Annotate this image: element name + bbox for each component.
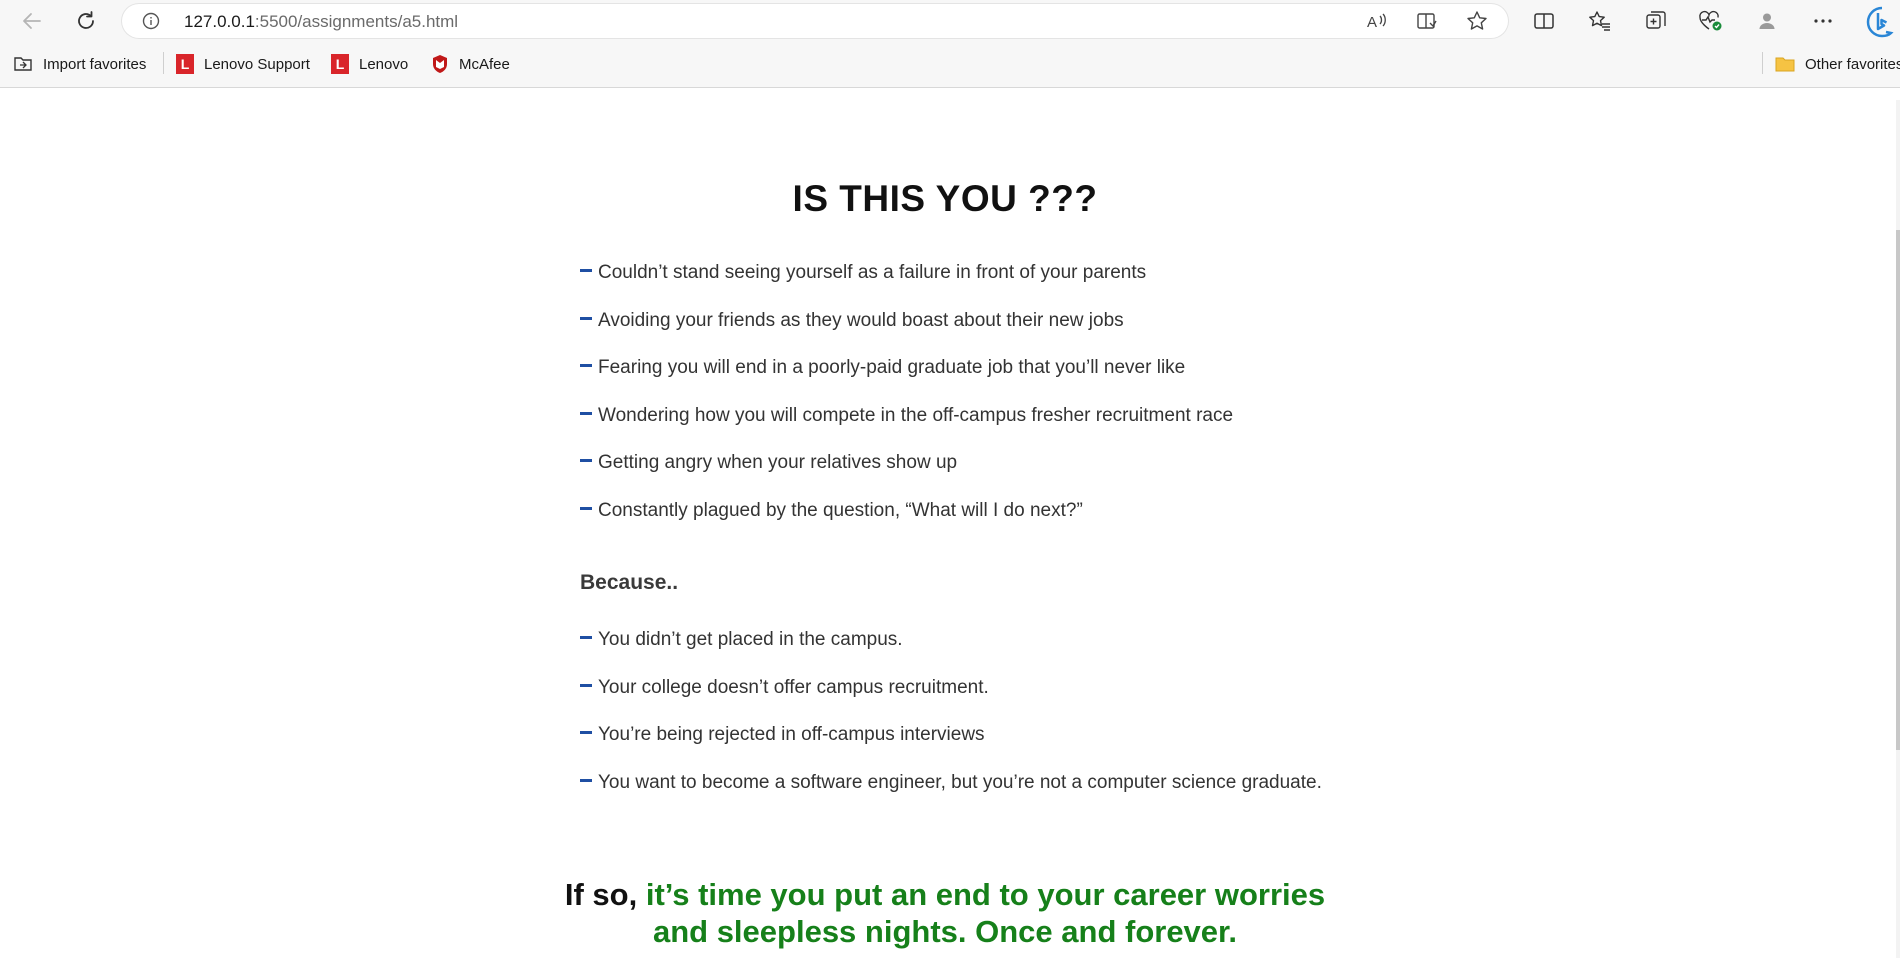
browser-essentials-icon[interactable]	[1697, 8, 1723, 34]
list-item: You want to become a software engineer, …	[580, 770, 1322, 818]
info-icon[interactable]	[142, 12, 160, 35]
back-arrow-icon	[23, 13, 41, 29]
back-button[interactable]	[17, 6, 47, 36]
favorites-item-lenovo[interactable]: L Lenovo	[331, 53, 408, 75]
reasons-list: You didn’t get placed in the campus. You…	[580, 627, 1322, 817]
address-bar[interactable]: 127.0.0.1:5500/assignments/a5.html A	[122, 4, 1508, 38]
because-subheading: Because..	[580, 571, 679, 594]
refresh-icon	[78, 11, 94, 29]
url-host: 127.0.0.1	[184, 12, 255, 31]
import-icon	[13, 55, 33, 73]
dash-bullet	[580, 636, 592, 639]
refresh-button[interactable]	[71, 6, 101, 36]
url-text[interactable]: 127.0.0.1:5500/assignments/a5.html	[184, 12, 458, 32]
list-item-text: Wondering how you will compete in the of…	[598, 404, 1234, 426]
list-item-text: Getting angry when your relatives show u…	[598, 452, 958, 473]
favorites-item-import[interactable]: Import favorites	[13, 53, 146, 75]
list-item: You didn’t get placed in the campus.	[580, 627, 1322, 675]
list-item-text: You want to become a software engineer, …	[598, 771, 1322, 793]
dash-bullet	[580, 459, 592, 462]
star-icon[interactable]	[1466, 10, 1488, 32]
list-item-text: Your college doesn’t offer campus recrui…	[598, 676, 989, 698]
bing-icon[interactable]	[1864, 5, 1900, 39]
split-screen-icon[interactable]	[1531, 8, 1557, 34]
favorites-item-label: Lenovo Support	[204, 55, 310, 73]
scrollbar-thumb[interactable]	[1896, 230, 1900, 750]
dash-bullet	[580, 364, 592, 367]
closing-line-2: and sleepless nights. Once and forever.	[652, 914, 1238, 949]
list-item: Avoiding your friends as they would boas…	[580, 308, 1233, 356]
page-scrollbar[interactable]	[1896, 100, 1900, 958]
list-item: Getting angry when your relatives show u…	[580, 450, 1233, 498]
dash-bullet	[580, 731, 592, 734]
concerns-list: Couldn’t stand seeing yourself as a fail…	[580, 260, 1233, 545]
list-item: Constantly plagued by the question, “Wha…	[580, 498, 1233, 546]
dash-bullet	[580, 683, 592, 687]
folder-icon	[1775, 55, 1795, 73]
mcafee-shield-icon	[431, 54, 449, 74]
profile-icon[interactable]	[1754, 8, 1780, 34]
url-path: :5500/assignments/a5.html	[254, 12, 459, 31]
list-item-text: Couldn’t stand seeing yourself as a fail…	[598, 262, 1147, 283]
favorites-item-label: McAfee	[459, 55, 510, 73]
list-item-text: You didn’t get placed in the campus.	[598, 629, 903, 650]
read-aloud-icon[interactable]: A	[1366, 10, 1388, 32]
page-heading: IS THIS YOU ???	[792, 178, 1098, 219]
dash-bullet	[580, 269, 592, 272]
closing-prefix: If so,	[564, 877, 646, 912]
favorites-item-label: Lenovo	[359, 55, 409, 73]
favorites-item-label: Import favorites	[43, 55, 147, 73]
favorites-divider	[163, 52, 164, 74]
favorites-item-other[interactable]: Other favorites	[1775, 53, 1900, 75]
lenovo-logo-icon: L	[331, 54, 349, 74]
more-icon[interactable]	[1810, 8, 1836, 34]
closing-statement: If so, it’s time you put an end to your …	[0, 876, 1890, 950]
list-item-text: Fearing you will end in a poorly-paid gr…	[598, 357, 1186, 378]
svg-text:A: A	[1367, 14, 1377, 31]
favorites-item-lenovo-support[interactable]: L Lenovo Support	[176, 53, 310, 75]
favorites-item-label: Other favorites	[1805, 55, 1900, 73]
favorites-divider	[1762, 52, 1763, 74]
list-item-text: Constantly plagued by the question, “Wha…	[598, 499, 1083, 521]
dash-bullet	[580, 411, 592, 415]
browser-toolbar: 127.0.0.1:5500/assignments/a5.html A	[0, 0, 1900, 42]
dash-bullet	[580, 778, 592, 782]
list-item: Fearing you will end in a poorly-paid gr…	[580, 355, 1233, 403]
list-item: Couldn’t stand seeing yourself as a fail…	[580, 260, 1233, 308]
list-item: Your college doesn’t offer campus recrui…	[580, 675, 1322, 723]
page-content: IS THIS YOU ??? Couldn’t stand seeing yo…	[0, 100, 1896, 958]
favorites-icon[interactable]	[1587, 8, 1613, 34]
list-item: Wondering how you will compete in the of…	[580, 403, 1233, 451]
list-item: You’re being rejected in off-campus inte…	[580, 722, 1322, 770]
favorites-item-mcafee[interactable]: McAfee	[431, 53, 510, 75]
lenovo-logo-icon: L	[176, 54, 194, 74]
collections-icon[interactable]	[1643, 8, 1669, 34]
list-item-text: Avoiding your friends as they would boas…	[598, 309, 1124, 331]
list-item-text: You’re being rejected in off-campus inte…	[598, 724, 985, 745]
dash-bullet	[580, 506, 592, 510]
closing-line-1: it’s time you put an end to your career …	[645, 877, 1326, 912]
immersive-reader-icon[interactable]	[1416, 10, 1438, 32]
dash-bullet	[580, 316, 592, 320]
